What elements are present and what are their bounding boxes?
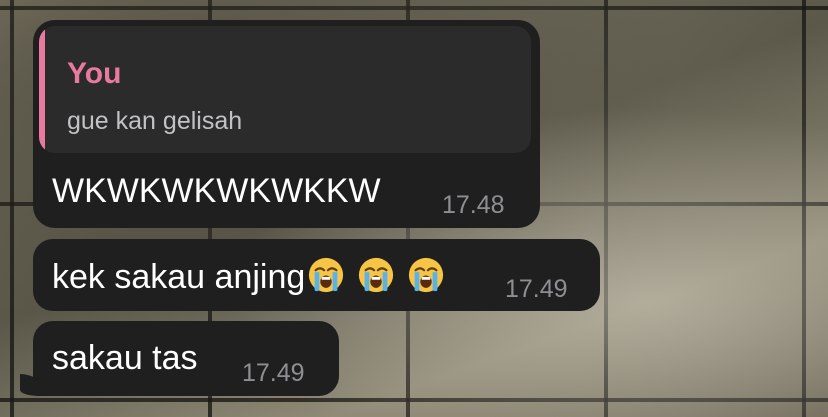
message-bubble[interactable]: kek sakau anjing 17.49 bbox=[33, 239, 600, 311]
message-timestamp: 17.49 bbox=[505, 275, 568, 303]
message-text: WKWKWKWKWKKW bbox=[52, 172, 381, 210]
message-text: sakau tas bbox=[52, 339, 198, 377]
bubble-tail bbox=[20, 374, 46, 396]
chat-background: You gue kan gelisah WKWKWKWKWKKW 17.48 k… bbox=[0, 0, 828, 417]
loudly-crying-face-icon bbox=[309, 257, 344, 293]
message-text: kek sakau anjing bbox=[52, 258, 306, 296]
message-text-row: kek sakau anjing bbox=[52, 256, 445, 296]
loudly-crying-face-icon bbox=[359, 257, 394, 293]
reply-quote[interactable]: You gue kan gelisah bbox=[39, 26, 531, 153]
reply-accent-bar bbox=[39, 26, 45, 153]
message-bubble[interactable]: sakau tas 17.49 bbox=[20, 321, 339, 396]
reply-text: gue kan gelisah bbox=[67, 107, 243, 135]
message-timestamp: 17.49 bbox=[242, 359, 305, 387]
emoji-group bbox=[307, 256, 445, 294]
message-timestamp: 17.48 bbox=[442, 191, 505, 219]
loudly-crying-face-icon bbox=[409, 257, 444, 293]
message-bubble[interactable]: You gue kan gelisah WKWKWKWKWKKW 17.48 bbox=[33, 20, 540, 228]
reply-author: You bbox=[67, 57, 122, 90]
